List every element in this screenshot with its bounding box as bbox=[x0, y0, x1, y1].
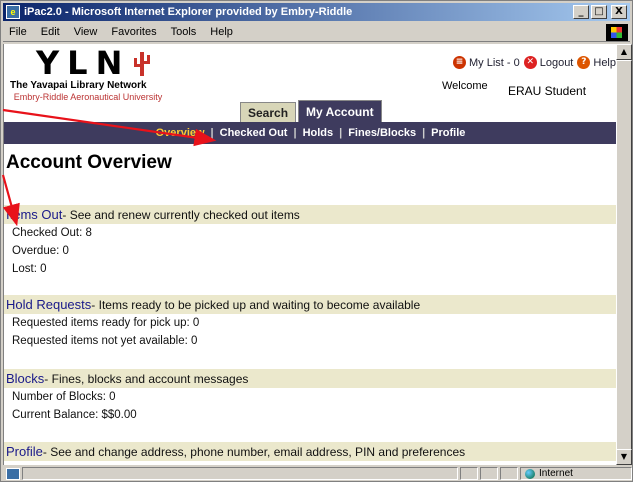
minimize-button[interactable]: _ bbox=[573, 5, 589, 19]
my-list-label: My List - 0 bbox=[468, 56, 520, 69]
section-description: - See and renew currently checked out it… bbox=[62, 207, 300, 222]
section-header: Blocks - Fines, blocks and account messa… bbox=[4, 369, 616, 388]
section-description: - See and change address, phone number, … bbox=[42, 444, 466, 459]
scroll-down-button[interactable]: ▼ bbox=[616, 449, 632, 465]
current-balance: Current Balance: $$0.00 bbox=[12, 409, 137, 421]
page-icon bbox=[6, 467, 20, 480]
logout-label: Logout bbox=[539, 56, 574, 69]
title-bar[interactable]: e iPac2.0 - Microsoft Internet Explorer … bbox=[3, 3, 630, 21]
window-title: iPac2.0 - Microsoft Internet Explorer pr… bbox=[24, 6, 353, 18]
items-out-link[interactable]: Items Out bbox=[6, 207, 62, 222]
menu-edit[interactable]: Edit bbox=[34, 26, 67, 38]
section-header: Profile - See and change address, phone … bbox=[4, 442, 616, 461]
network-name: The Yavapai Library Network bbox=[10, 80, 147, 91]
not-available-count: Requested items not yet available: 0 bbox=[12, 335, 198, 347]
menu-bar: File Edit View Favorites Tools Help bbox=[3, 23, 630, 42]
nav-overview[interactable]: Overview bbox=[150, 127, 211, 139]
status-cell bbox=[460, 467, 478, 480]
welcome-text: Welcome bbox=[442, 80, 488, 92]
vertical-scrollbar[interactable]: ▲ ▼ bbox=[616, 44, 632, 465]
blocks-section: Blocks - Fines, blocks and account messa… bbox=[4, 369, 616, 424]
help-label: Help bbox=[593, 56, 616, 69]
zone-label: Internet bbox=[539, 468, 573, 479]
scroll-thumb[interactable] bbox=[616, 60, 632, 452]
profile-link[interactable]: Profile bbox=[6, 444, 43, 459]
menu-help[interactable]: Help bbox=[203, 26, 240, 38]
nav-profile[interactable]: Profile bbox=[425, 127, 471, 139]
section-description: - Fines, blocks and account messages bbox=[44, 371, 249, 386]
hold-requests-link[interactable]: Hold Requests bbox=[6, 297, 91, 312]
hold-requests-section: Hold Requests - Items ready to be picked… bbox=[4, 295, 616, 350]
section-body: Checked Out: 8 Overdue: 0 Lost: 0 bbox=[4, 224, 616, 278]
maximize-button[interactable]: □ bbox=[591, 5, 607, 19]
blocks-count: Number of Blocks: 0 bbox=[12, 391, 116, 403]
status-bar: Internet bbox=[3, 466, 632, 481]
university-name: Embry-Riddle Aeronautical University bbox=[13, 92, 163, 102]
checked-out-count: Checked Out: 8 bbox=[12, 227, 92, 239]
section-body: Requested items ready for pick up: 0 Req… bbox=[4, 314, 616, 350]
nav-holds[interactable]: Holds bbox=[297, 127, 340, 139]
page-viewport: YLN The Yavapai Library Network Embry-Ri… bbox=[3, 44, 616, 465]
blocks-link[interactable]: Blocks bbox=[6, 371, 44, 386]
logout-icon: ✕ bbox=[523, 56, 537, 69]
menu-tools[interactable]: Tools bbox=[164, 26, 204, 38]
user-name: ERAU Student bbox=[508, 84, 587, 98]
status-cell bbox=[480, 467, 498, 480]
my-list-link[interactable]: ≡ My List - 0 bbox=[452, 56, 520, 69]
windows-logo-icon bbox=[606, 24, 628, 41]
tab-bar: Search My Account bbox=[240, 100, 384, 122]
ie-icon: e bbox=[6, 5, 20, 19]
help-icon: ? bbox=[577, 56, 591, 69]
scroll-up-button[interactable]: ▲ bbox=[616, 44, 632, 60]
help-link[interactable]: ? Help bbox=[577, 56, 616, 69]
menu-file[interactable]: File bbox=[3, 26, 34, 38]
section-header: Items Out - See and renew currently chec… bbox=[4, 205, 616, 224]
ready-count: Requested items ready for pick up: 0 bbox=[12, 317, 200, 329]
list-icon: ≡ bbox=[452, 56, 466, 69]
menu-view[interactable]: View bbox=[67, 26, 105, 38]
security-zone: Internet bbox=[520, 467, 632, 480]
globe-icon bbox=[525, 468, 535, 479]
page-title: Account Overview bbox=[6, 152, 172, 173]
status-text bbox=[22, 467, 458, 480]
status-cell bbox=[500, 467, 518, 480]
menu-favorites[interactable]: Favorites bbox=[104, 26, 163, 38]
profile-section: Profile - See and change address, phone … bbox=[4, 442, 616, 461]
account-nav: Overview | Checked Out | Holds | Fines/B… bbox=[4, 122, 616, 144]
cactus-icon bbox=[134, 52, 151, 76]
nav-checked-out[interactable]: Checked Out bbox=[214, 127, 294, 139]
tab-search[interactable]: Search bbox=[240, 102, 297, 122]
section-body: Number of Blocks: 0 Current Balance: $$0… bbox=[4, 388, 616, 424]
user-links: ≡ My List - 0 ✕ Logout ? Help bbox=[449, 56, 616, 69]
section-header: Hold Requests - Items ready to be picked… bbox=[4, 295, 616, 314]
items-out-section: Items Out - See and renew currently chec… bbox=[4, 205, 616, 278]
logout-link[interactable]: ✕ Logout bbox=[523, 56, 574, 69]
browser-window: e iPac2.0 - Microsoft Internet Explorer … bbox=[0, 0, 633, 482]
lost-count: Lost: 0 bbox=[12, 263, 47, 275]
close-button[interactable]: X bbox=[611, 5, 627, 19]
overdue-count: Overdue: 0 bbox=[12, 245, 69, 257]
logo-text: YLN bbox=[36, 44, 131, 82]
yln-logo[interactable]: YLN The Yavapai Library Network Embry-Ri… bbox=[8, 44, 168, 102]
section-description: - Items ready to be picked up and waitin… bbox=[91, 297, 421, 312]
tab-my-account[interactable]: My Account bbox=[298, 100, 382, 122]
nav-fines-blocks[interactable]: Fines/Blocks bbox=[342, 127, 422, 139]
